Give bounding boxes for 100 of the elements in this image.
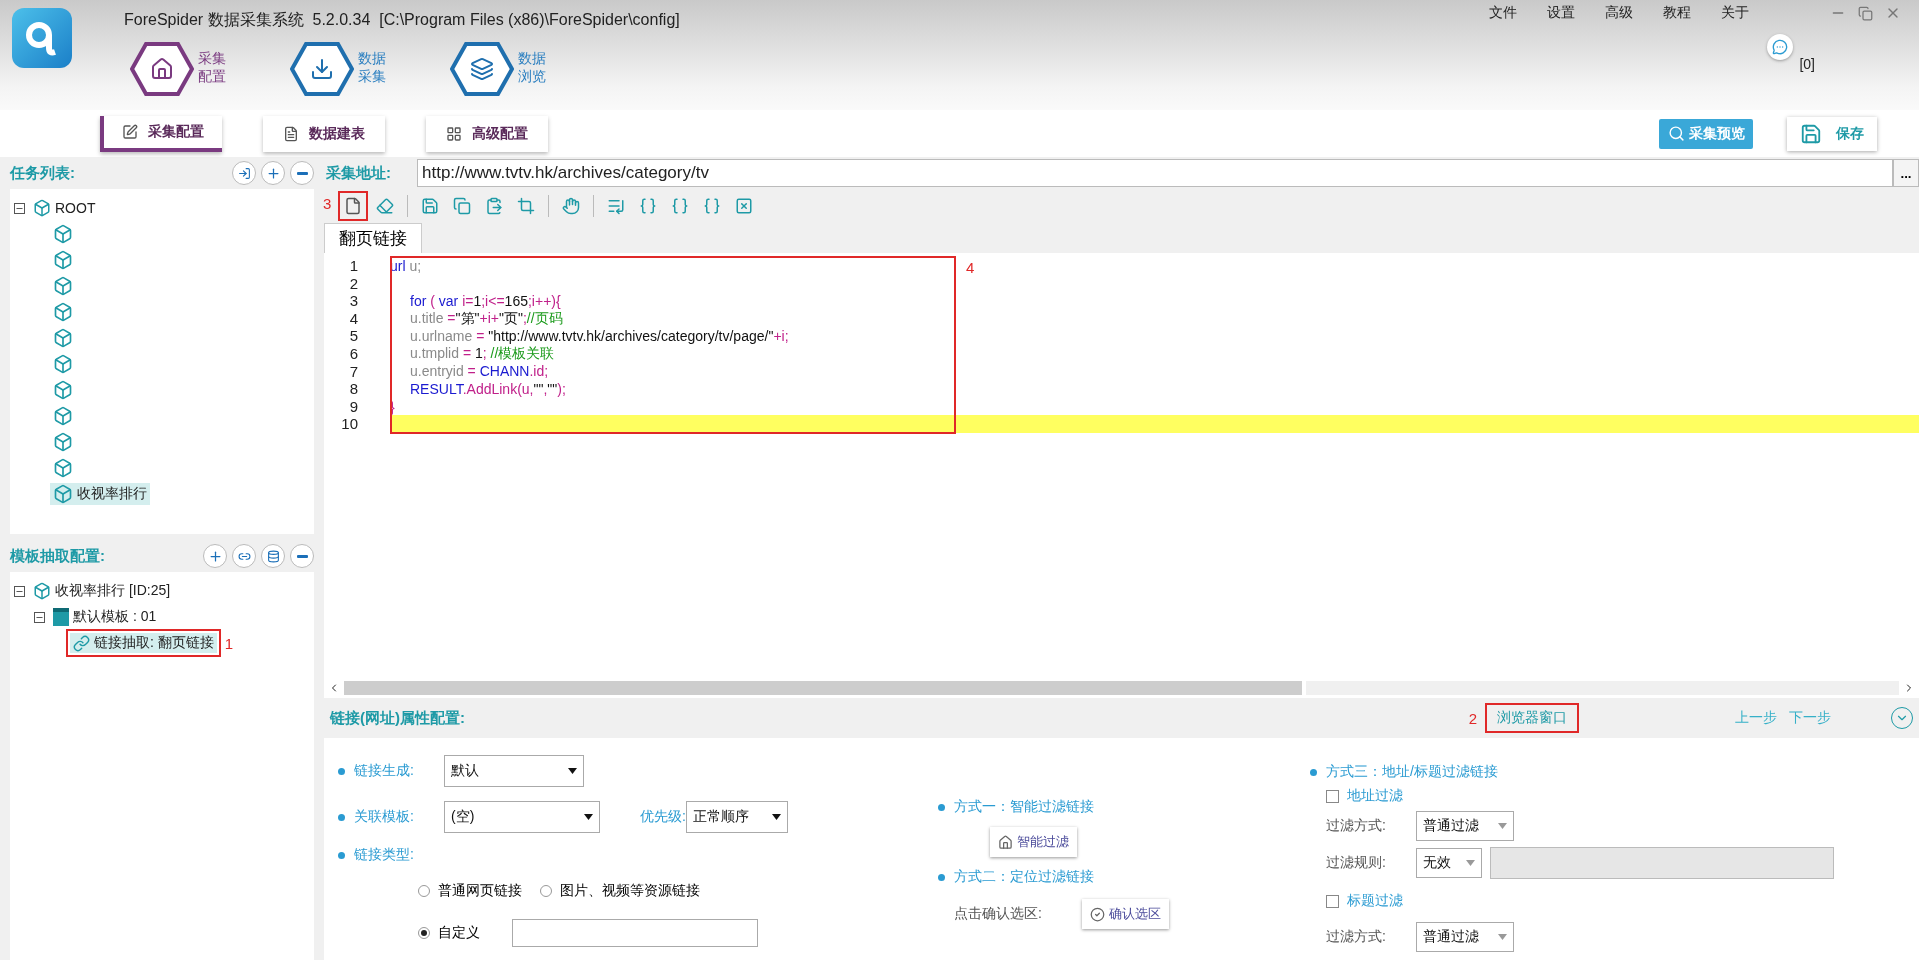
panel-title: 任务列表: bbox=[10, 163, 75, 183]
address-label: 采集地址: bbox=[325, 163, 392, 183]
cube-icon bbox=[53, 302, 73, 322]
tree-item[interactable]: ROOT bbox=[30, 198, 99, 218]
filter-mode-select[interactable]: 普通过滤 bbox=[1416, 811, 1514, 841]
paste-icon bbox=[485, 197, 503, 215]
radio-option[interactable]: 普通网页链接 bbox=[418, 882, 522, 900]
custom-input-field[interactable] bbox=[512, 919, 758, 947]
database-icon bbox=[266, 549, 280, 563]
editor-tab[interactable]: 翻页链接 bbox=[324, 223, 422, 253]
import-button[interactable] bbox=[232, 161, 256, 185]
section-tab[interactable]: 采集配置 bbox=[100, 115, 222, 152]
cube-icon bbox=[53, 406, 73, 426]
cube-icon bbox=[53, 224, 73, 244]
caret-icon bbox=[1466, 860, 1475, 866]
message-count: [0] bbox=[1799, 56, 1815, 72]
collapse-box-icon[interactable] bbox=[14, 585, 25, 597]
bullet-icon bbox=[938, 803, 945, 811]
section-tab[interactable]: 数据建表 bbox=[263, 115, 385, 152]
menu-item[interactable]: 教程 bbox=[1648, 2, 1706, 24]
filter-rule-select[interactable]: 无效 bbox=[1416, 848, 1482, 878]
field-label: 优先级: bbox=[640, 808, 686, 826]
collapse-box-icon[interactable] bbox=[14, 202, 25, 214]
tree-item[interactable]: 收视率排行 bbox=[50, 483, 150, 505]
list-icon bbox=[607, 197, 625, 215]
method-label: 方式一：智能过滤链接 bbox=[954, 798, 1094, 816]
horizontal-scrollbar[interactable] bbox=[324, 678, 1919, 698]
address-field[interactable]: http://www.tvtv.hk/archives/category/tv bbox=[417, 159, 1893, 187]
rule-input-field[interactable] bbox=[1490, 847, 1834, 879]
add-database-button[interactable] bbox=[261, 544, 285, 568]
nav-tab[interactable]: 采集配置 bbox=[130, 41, 229, 97]
code-line: for ( var i=1;i<=165;i++){ bbox=[409, 293, 561, 309]
annotation-number: 3 bbox=[323, 195, 332, 212]
tree-item[interactable]: 收视率排行 [ID:25] bbox=[30, 581, 174, 601]
cube-icon bbox=[53, 458, 73, 478]
nav-tab[interactable]: 数据采集 bbox=[290, 41, 389, 97]
confirm-selection-button[interactable]: 确认选区 bbox=[1082, 899, 1169, 929]
section-title: 链接(网址)属性配置: bbox=[330, 708, 465, 728]
template-icon bbox=[53, 608, 69, 626]
add-link-button[interactable] bbox=[232, 544, 256, 568]
hexagon-icon bbox=[130, 41, 194, 97]
collapse-box-icon[interactable] bbox=[34, 611, 45, 623]
annotation-number: 2 bbox=[1468, 709, 1477, 727]
code-line: u.tmplid = 1; //模板关联 bbox=[409, 344, 555, 363]
bullet-icon bbox=[338, 851, 345, 859]
cube-icon bbox=[53, 250, 73, 270]
menu-item[interactable]: 高级 bbox=[1590, 2, 1648, 24]
document-icon bbox=[283, 125, 299, 142]
cube-icon bbox=[33, 199, 51, 217]
link-icon bbox=[73, 634, 90, 652]
braces-icon bbox=[639, 197, 657, 215]
cube-icon bbox=[53, 276, 73, 296]
caret-icon bbox=[1498, 934, 1507, 940]
new-file-button[interactable] bbox=[340, 193, 366, 219]
code-line: RESULT.AddLink(u,"",""); bbox=[409, 380, 566, 397]
smart-filter-button[interactable]: 智能过滤 bbox=[990, 827, 1077, 857]
braces-icon bbox=[671, 197, 689, 215]
caret-icon bbox=[568, 768, 577, 774]
plus-icon bbox=[265, 165, 281, 181]
chat-icon[interactable] bbox=[1767, 34, 1794, 60]
add-button[interactable] bbox=[261, 161, 285, 185]
nav-tab[interactable]: 数据浏览 bbox=[450, 41, 549, 97]
section-tab[interactable]: 高级配置 bbox=[426, 115, 548, 152]
house-icon bbox=[998, 834, 1013, 850]
browse-button[interactable]: ... bbox=[1893, 159, 1919, 187]
hand-icon bbox=[562, 197, 580, 215]
app-logo bbox=[12, 8, 72, 68]
tree-item[interactable]: 默认模板 : 01 bbox=[50, 607, 160, 627]
radio-option[interactable]: 自定义 bbox=[418, 924, 480, 942]
radio-option[interactable]: 图片、视频等资源链接 bbox=[540, 882, 700, 900]
link-generation-select[interactable]: 默认 bbox=[444, 755, 584, 787]
template-select[interactable]: (空) bbox=[444, 801, 600, 833]
field-label: 过滤方式: bbox=[1326, 817, 1387, 835]
add-button[interactable] bbox=[203, 544, 227, 568]
annotation-number: 1 bbox=[224, 634, 234, 652]
field-label: 点击确认选区: bbox=[954, 905, 1043, 923]
remove-button[interactable] bbox=[290, 161, 314, 185]
eraser-icon bbox=[376, 197, 394, 215]
copy-icon bbox=[453, 197, 471, 215]
checkbox-square-icon bbox=[1326, 789, 1339, 803]
priority-select[interactable]: 正常顺序 bbox=[685, 801, 788, 833]
plus-icon bbox=[207, 548, 223, 564]
menu-item[interactable]: 关于 bbox=[1706, 2, 1764, 24]
hexagon-icon bbox=[450, 41, 515, 97]
method-label: 方式二：定位过滤链接 bbox=[954, 868, 1094, 886]
menu-item[interactable]: 文件 bbox=[1474, 2, 1532, 24]
code-line: u.title ="第"+i+"页";//页码 bbox=[409, 309, 563, 328]
caret-icon bbox=[1498, 823, 1507, 829]
cube-icon bbox=[33, 582, 51, 600]
remove-button[interactable] bbox=[290, 544, 314, 568]
close-icon bbox=[735, 197, 753, 215]
annotation-number: 4 bbox=[966, 259, 975, 276]
check-circle-icon bbox=[1090, 906, 1105, 922]
import-icon bbox=[237, 166, 251, 180]
menu-item[interactable]: 设置 bbox=[1532, 2, 1590, 24]
field-label: 链接生成: bbox=[354, 762, 415, 780]
filter-mode-select[interactable]: 普通过滤 bbox=[1416, 922, 1514, 952]
scrollbar-thumb[interactable] bbox=[344, 681, 1302, 695]
checkbox-square-icon bbox=[1326, 894, 1339, 908]
window-title: ForeSpider 数据采集系统 5.2.0.34 [C:\Program Files (x86)\ForeSpider\config] bbox=[124, 10, 680, 30]
